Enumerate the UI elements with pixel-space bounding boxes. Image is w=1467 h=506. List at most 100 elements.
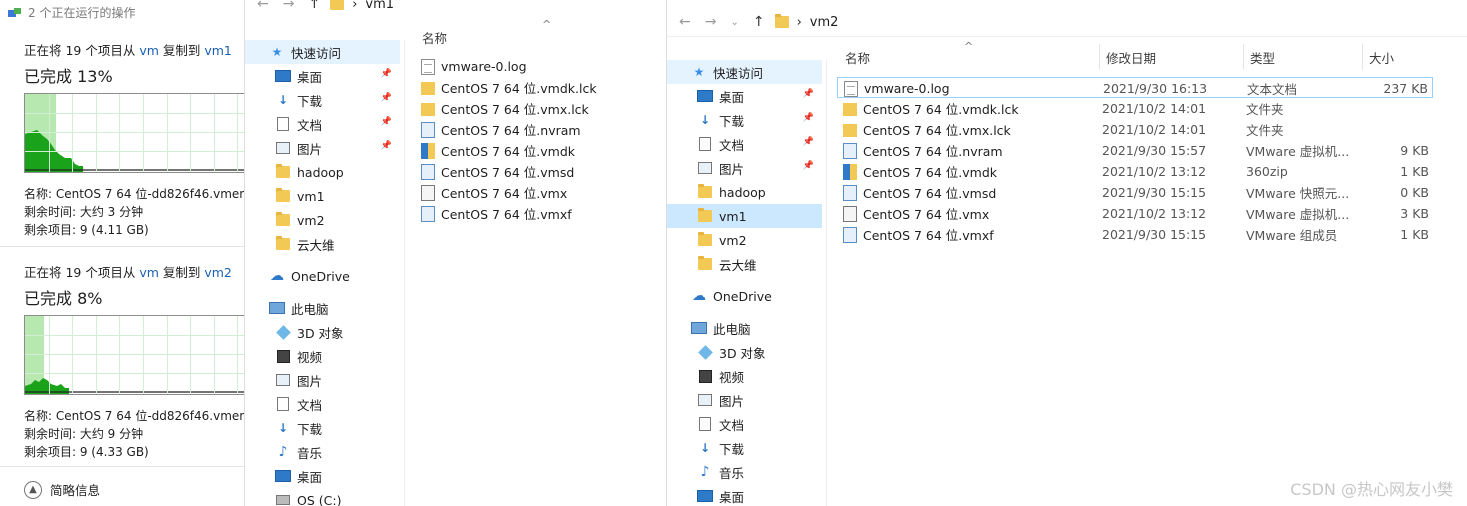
chevron-down-icon[interactable]: ⌄: [730, 17, 738, 28]
file-row[interactable]: CentOS 7 64 位.vmx 2021/10/2 13:12 VMware 虚…: [837, 203, 1433, 224]
nav-item[interactable]: hadoop: [245, 160, 400, 184]
file-row[interactable]: CentOS 7 64 位.vmsd: [419, 161, 649, 182]
nav-item-label: hadoop: [297, 164, 344, 180]
nav-item[interactable]: 此电脑: [667, 316, 822, 340]
pin-icon[interactable]: 📌: [803, 161, 814, 171]
nav-item-label: 下载: [719, 113, 745, 129]
nav-item[interactable]: vm2: [667, 228, 822, 252]
file-name: CentOS 7 64 位.vmdk.lck: [441, 81, 597, 96]
nav-item[interactable]: 桌面: [245, 464, 400, 488]
nav-item[interactable]: ★ 快速访问: [667, 60, 822, 84]
file-row[interactable]: CentOS 7 64 位.nvram: [419, 119, 649, 140]
file-row[interactable]: vmware-0.log: [419, 56, 649, 77]
pin-icon[interactable]: 📌: [381, 117, 392, 127]
nav-item[interactable]: 桌面: [667, 484, 822, 506]
forward-icon[interactable]: →: [283, 0, 295, 12]
nav-item[interactable]: 云大维: [667, 252, 822, 276]
percent-complete: 已完成 8%: [24, 289, 103, 308]
nav-item[interactable]: ↓ 下载 📌: [667, 108, 822, 132]
column-header-name[interactable]: 名称: [839, 44, 1100, 70]
up-icon[interactable]: ↑: [753, 14, 765, 30]
nav-item[interactable]: vm1: [245, 184, 400, 208]
nav-item[interactable]: ☁ OneDrive: [667, 284, 822, 308]
pin-icon[interactable]: 📌: [381, 69, 392, 79]
file-row[interactable]: CentOS 7 64 位.vmsd 2021/9/30 15:15 VMware …: [837, 182, 1433, 203]
disk-icon: [275, 492, 291, 506]
brief-info-toggle[interactable]: ▲ 简略信息: [24, 480, 100, 499]
copy-progress-dialog: 2 个正在运行的操作 正在将 19 个项目从 vm 复制到 vm1 已完成 13…: [0, 0, 260, 506]
nav-item[interactable]: OS (C:): [245, 488, 400, 506]
pin-icon[interactable]: 📌: [803, 113, 814, 123]
file-type: 文件夹: [1246, 123, 1284, 138]
nav-item[interactable]: 桌面 📌: [667, 84, 822, 108]
nav-item-label: 下载: [297, 93, 323, 109]
nav-item[interactable]: 3D 对象: [245, 320, 400, 344]
pin-icon[interactable]: 📌: [381, 93, 392, 103]
pin-icon[interactable]: 📌: [803, 89, 814, 99]
file-row[interactable]: CentOS 7 64 位.vmdk.lck 2021/10/2 14:01 文件夹: [837, 98, 1433, 119]
back-icon[interactable]: ←: [257, 0, 269, 12]
grid-line: [237, 94, 239, 172]
file-row[interactable]: CentOS 7 64 位.nvram 2021/9/30 15:57 VMware…: [837, 140, 1433, 161]
file-row[interactable]: CentOS 7 64 位.vmdk: [419, 140, 649, 161]
up-icon[interactable]: ↑: [308, 0, 320, 12]
nav-item[interactable]: vm1: [667, 204, 822, 228]
nav-item[interactable]: 3D 对象: [667, 340, 822, 364]
column-header-size[interactable]: 大小: [1363, 44, 1467, 70]
nav-item[interactable]: 文档: [245, 392, 400, 416]
file-size: 3 KB: [1400, 206, 1429, 221]
nav-item[interactable]: 图片: [667, 388, 822, 412]
nav-item[interactable]: 桌面 📌: [245, 64, 400, 88]
nav-item[interactable]: 视频: [245, 344, 400, 368]
nav-item[interactable]: 图片 📌: [667, 156, 822, 180]
nav-item[interactable]: 文档 📌: [245, 112, 400, 136]
column-header-type[interactable]: 类型: [1244, 44, 1363, 70]
pin-icon[interactable]: 📌: [803, 137, 814, 147]
nav-item[interactable]: ↓ 下载: [667, 436, 822, 460]
file-row[interactable]: CentOS 7 64 位.vmx.lck: [419, 98, 649, 119]
nav-item[interactable]: 视频: [667, 364, 822, 388]
nav-item[interactable]: 此电脑: [245, 296, 400, 320]
nav-item[interactable]: ↓ 下载: [245, 416, 400, 440]
dest-link[interactable]: vm2: [204, 265, 232, 280]
nav-item-label: OneDrive: [713, 288, 772, 304]
file-row[interactable]: CentOS 7 64 位.vmdk 2021/10/2 13:12 360zip 1…: [837, 161, 1433, 182]
forward-icon[interactable]: →: [705, 14, 717, 30]
nav-item[interactable]: 文档: [667, 412, 822, 436]
nav-item-label: 云大维: [297, 237, 335, 253]
file-row[interactable]: CentOS 7 64 位.vmdk.lck: [419, 77, 649, 98]
file-row[interactable]: CentOS 7 64 位.vmx: [419, 182, 649, 203]
nav-item[interactable]: 图片: [245, 368, 400, 392]
nav-item[interactable]: 云大维: [245, 232, 400, 256]
nav-item-label: 3D 对象: [719, 345, 766, 361]
path-box[interactable]: › vm2: [774, 14, 838, 30]
nav-item-label: 文档: [719, 417, 745, 433]
dest-link[interactable]: vm1: [204, 43, 232, 58]
file-row[interactable]: CentOS 7 64 位.vmxf 2021/9/30 15:15 VMware …: [837, 224, 1433, 245]
column-header-date[interactable]: 修改日期: [1100, 44, 1244, 70]
nav-item[interactable]: vm2: [245, 208, 400, 232]
nav-item[interactable]: hadoop: [667, 180, 822, 204]
file-type: VMware 快照元...: [1246, 186, 1350, 201]
nav-item[interactable]: ★ 快速访问: [245, 40, 400, 64]
source-link[interactable]: vm: [139, 265, 159, 280]
file-row[interactable]: vmware-0.log 2021/9/30 16:13 文本文档 237 KB: [837, 77, 1433, 98]
nav-item[interactable]: 图片 📌: [245, 136, 400, 160]
nav-item[interactable]: 文档 📌: [667, 132, 822, 156]
nav-item[interactable]: ♪ 音乐: [667, 460, 822, 484]
nav-item[interactable]: ☁ OneDrive: [245, 264, 400, 288]
file-name: CentOS 7 64 位.nvram: [863, 144, 1003, 159]
folder-icon: [330, 0, 345, 10]
file-type: VMware 虚拟机...: [1246, 144, 1350, 159]
nav-item-label: 桌面: [297, 69, 323, 85]
pin-icon[interactable]: 📌: [381, 141, 392, 151]
nav-item[interactable]: ♪ 音乐: [245, 440, 400, 464]
source-link[interactable]: vm: [139, 43, 159, 58]
column-header-name[interactable]: 名称: [415, 24, 655, 50]
back-icon[interactable]: ←: [679, 14, 691, 30]
path-box[interactable]: › vm1: [330, 0, 394, 12]
file-row[interactable]: CentOS 7 64 位.vmx.lck 2021/10/2 14:01 文件夹: [837, 119, 1433, 140]
file-row[interactable]: CentOS 7 64 位.vmxf: [419, 203, 649, 224]
navigation-pane: ★ 快速访问 桌面 📌 ↓ 下载 📌 文档 📌 图片 📌 hadoop vm1 vm2 云大维 ☁ OneDri…: [667, 60, 827, 506]
nav-item[interactable]: ↓ 下载 📌: [245, 88, 400, 112]
